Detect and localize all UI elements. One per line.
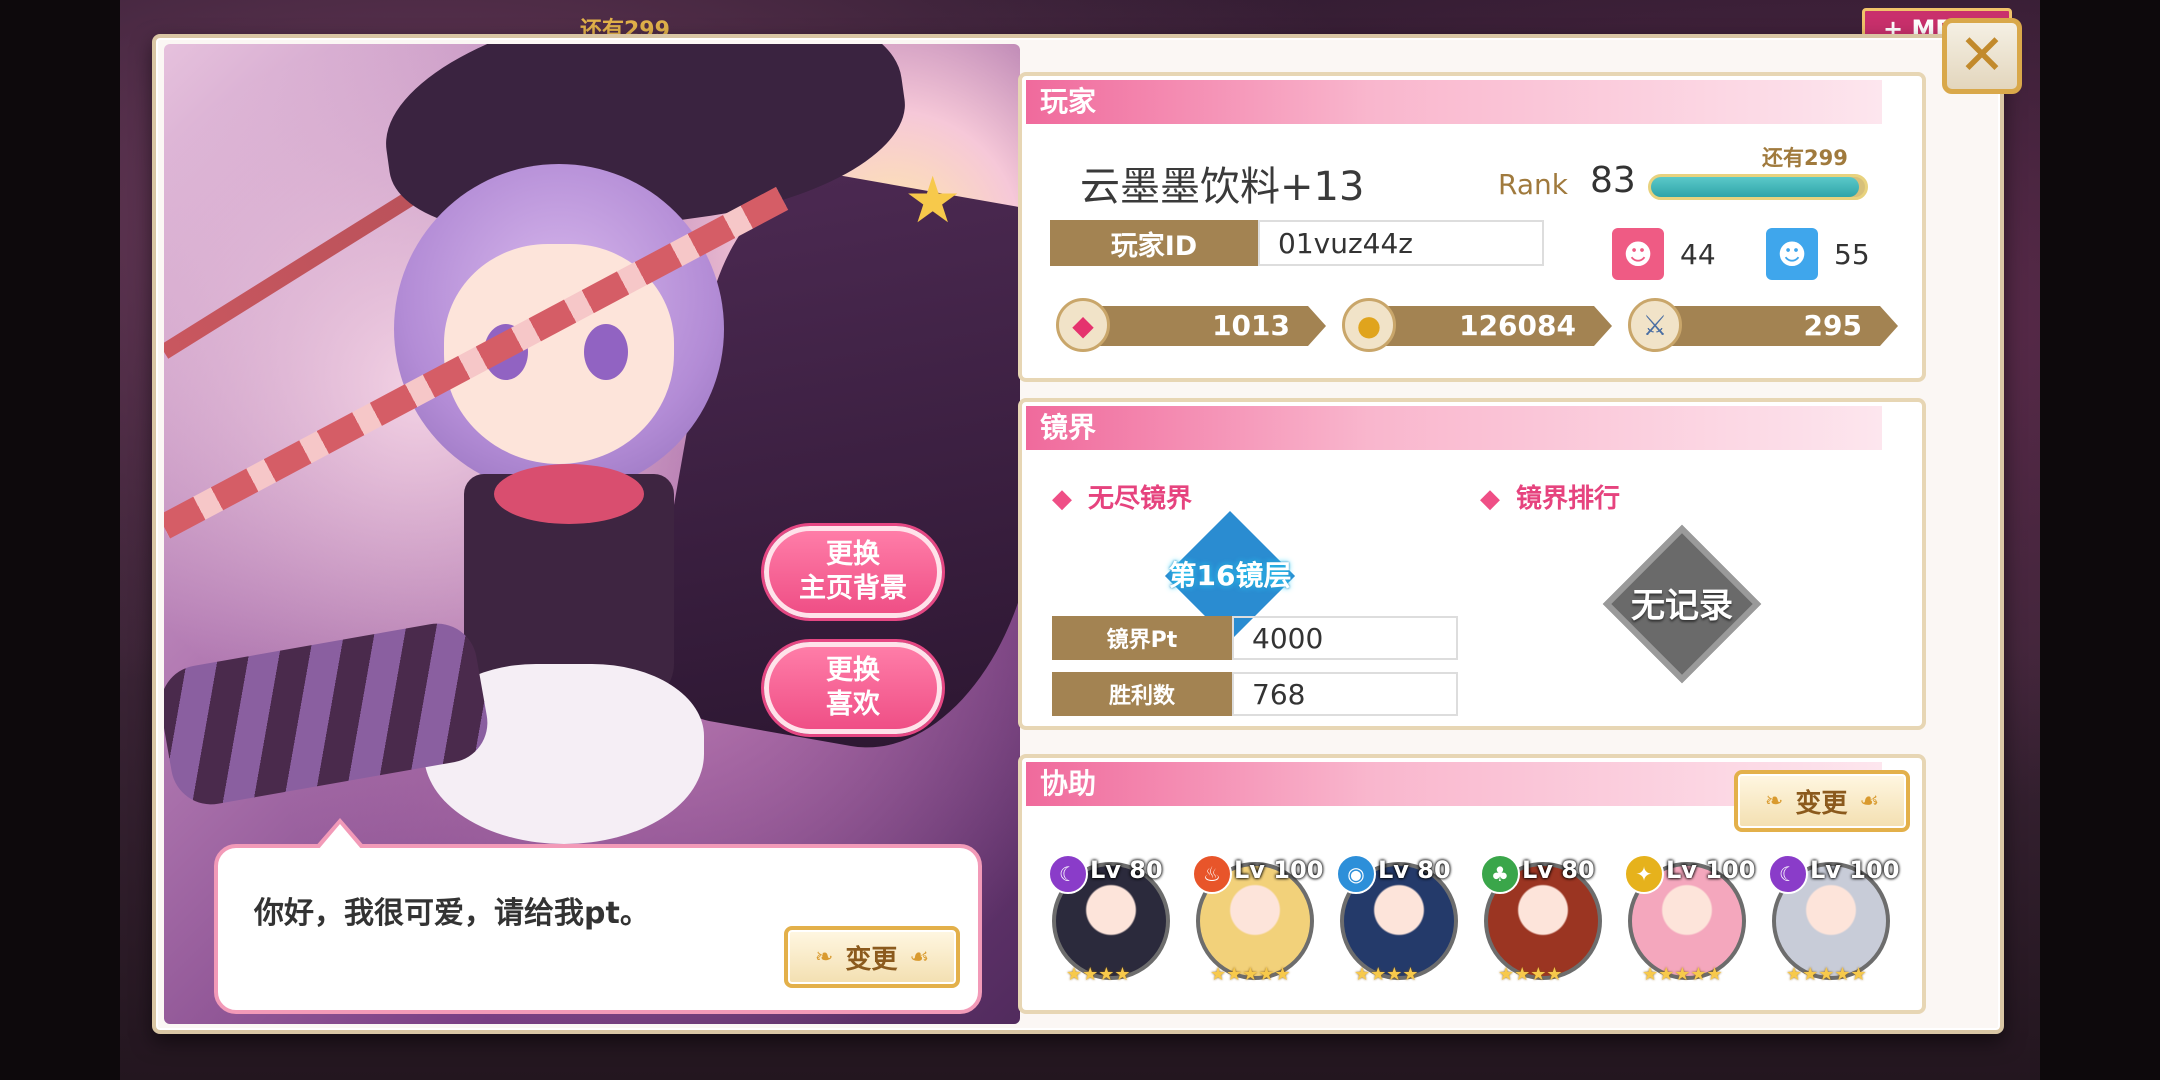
change-message-label: 变更 — [845, 944, 898, 975]
battle-point-counter: ⚔ 295 — [1628, 298, 1898, 352]
exp-bar — [1648, 174, 1868, 200]
floor-badge-text: 第16镜层 — [1168, 559, 1292, 592]
battle-point-value: 295 — [1652, 306, 1898, 346]
light-icon: ✦ — [1624, 854, 1664, 894]
change-favorite-button[interactable]: 更换 喜欢 — [764, 642, 942, 734]
mirror-panel: 镜界 ◆ 无尽镜界 ◆ 镜界排行 第16镜层 无记录 镜界Pt 4000 胜利数 7… — [1018, 398, 1926, 730]
diamond-bullet-icon: ◆ — [1480, 484, 1500, 514]
helper-level: Lv 100 — [1810, 856, 1900, 884]
coin-counter: ● 126084 — [1342, 298, 1612, 352]
wins-label: 胜利数 — [1052, 672, 1232, 716]
player-id-value: 01vuz44z — [1258, 220, 1544, 266]
mirror-pt-value: 4000 — [1232, 616, 1458, 660]
left-letterbox — [0, 0, 120, 1080]
close-button[interactable]: ✕ — [1942, 18, 2022, 94]
mirror-pt-row: 镜界Pt 4000 — [1052, 616, 1458, 660]
helper-level: Lv 80 — [1090, 856, 1163, 884]
change-assist-button[interactable]: ❧ 变更 ☙ — [1734, 770, 1910, 832]
player-id-row: 玩家ID 01vuz44z — [1050, 220, 1544, 266]
water-icon: ◉ — [1336, 854, 1376, 894]
no-record-text: 无记录 — [1631, 586, 1733, 626]
gem-icon: ◆ — [1056, 298, 1110, 352]
flourish-icon: ☙ — [909, 944, 930, 970]
helper-stars: ★★★★★ — [1642, 964, 1723, 985]
helper-card[interactable]: ◉ Lv 80 ★★★★ — [1336, 854, 1462, 985]
helper-stars: ★★★★ — [1354, 964, 1419, 985]
diamond-bullet-icon: ◆ — [1052, 484, 1072, 514]
change-bg-label-2: 主页背景 — [799, 573, 907, 604]
exp-remaining: 还有299 — [1762, 146, 1848, 170]
helper-stars: ★★★★ — [1066, 964, 1131, 985]
change-fav-label-2: 喜欢 — [826, 689, 880, 720]
no-record-badge: 无记录 — [1602, 524, 1762, 684]
flourish-icon: ☙ — [1859, 788, 1880, 814]
helper-card[interactable]: ♨ Lv 100 ★★★★★ — [1192, 854, 1323, 985]
fire-icon: ♨ — [1192, 854, 1232, 894]
gem-counter: ◆ 1013 — [1056, 298, 1326, 352]
player-panel-title: 玩家 — [1026, 80, 1882, 124]
wins-value: 768 — [1232, 672, 1458, 716]
helper-card[interactable]: ♣ Lv 80 ★★★★ — [1480, 854, 1606, 985]
player-name: 云墨墨饮料+13 — [1080, 164, 1365, 210]
player-id-label: 玩家ID — [1050, 220, 1258, 266]
mirror-panel-title: 镜界 — [1026, 406, 1882, 450]
skull-listen-icon: ☻ — [1766, 228, 1818, 280]
helper-stars: ★★★★ — [1498, 964, 1563, 985]
change-message-button[interactable]: ❧ 变更 ☙ — [784, 926, 960, 988]
helper-level: Lv 80 — [1522, 856, 1595, 884]
helper-level: Lv 100 — [1234, 856, 1324, 884]
moon-icon: ☾ — [1768, 854, 1808, 894]
helper-list: ☾ Lv 80 ★★★★ ♨ Lv 100 ★★★★★ ◉ Lv 80 ★★★★ ♣ Lv 80 ★★… — [1048, 854, 1899, 985]
right-letterbox — [2040, 0, 2160, 1080]
rank-value: 83 — [1590, 160, 1636, 201]
helper-level: Lv 100 — [1666, 856, 1756, 884]
swords-icon: ⚔ — [1628, 298, 1682, 352]
rank-label: Rank — [1498, 168, 1568, 201]
speech-text: 你好，我很可爱，请给我pt。 — [254, 896, 650, 931]
mirror-pt-label: 镜界Pt — [1052, 616, 1232, 660]
pink-stat-value: 44 — [1680, 238, 1716, 271]
close-icon: ✕ — [1958, 23, 2006, 88]
helper-card[interactable]: ☾ Lv 100 ★★★★★ — [1768, 854, 1899, 985]
coin-icon: ● — [1342, 298, 1396, 352]
flourish-icon: ❧ — [1764, 788, 1784, 814]
helper-level: Lv 80 — [1378, 856, 1451, 884]
coin-value: 126084 — [1366, 306, 1612, 346]
blue-stat-value: 55 — [1834, 238, 1870, 271]
change-fav-label-1: 更换 — [826, 655, 880, 686]
change-background-button[interactable]: 更换 主页背景 — [764, 526, 942, 618]
helper-stars: ★★★★★ — [1210, 964, 1291, 985]
helper-card[interactable]: ☾ Lv 80 ★★★★ — [1048, 854, 1174, 985]
leaf-icon: ♣ — [1480, 854, 1520, 894]
endless-mirror-label: ◆ 无尽镜界 — [1052, 484, 1193, 514]
helper-card[interactable]: ✦ Lv 100 ★★★★★ — [1624, 854, 1755, 985]
exp-bar-fill — [1651, 177, 1859, 197]
change-assist-label: 变更 — [1795, 788, 1848, 819]
wins-row: 胜利数 768 — [1052, 672, 1458, 716]
mirror-ranking-label: ◆ 镜界排行 — [1480, 484, 1621, 514]
flourish-icon: ❧ — [814, 944, 834, 970]
change-bg-label-1: 更换 — [826, 539, 880, 570]
gem-value: 1013 — [1080, 306, 1326, 346]
skull-sound-icon: ☻ — [1612, 228, 1664, 280]
star-ornament-icon: ★ — [904, 164, 962, 238]
moon-icon: ☾ — [1048, 854, 1088, 894]
helper-stars: ★★★★★ — [1786, 964, 1867, 985]
player-panel: 玩家 云墨墨饮料+13 Rank 83 还有299 玩家ID 01vuz44z … — [1018, 72, 1926, 382]
